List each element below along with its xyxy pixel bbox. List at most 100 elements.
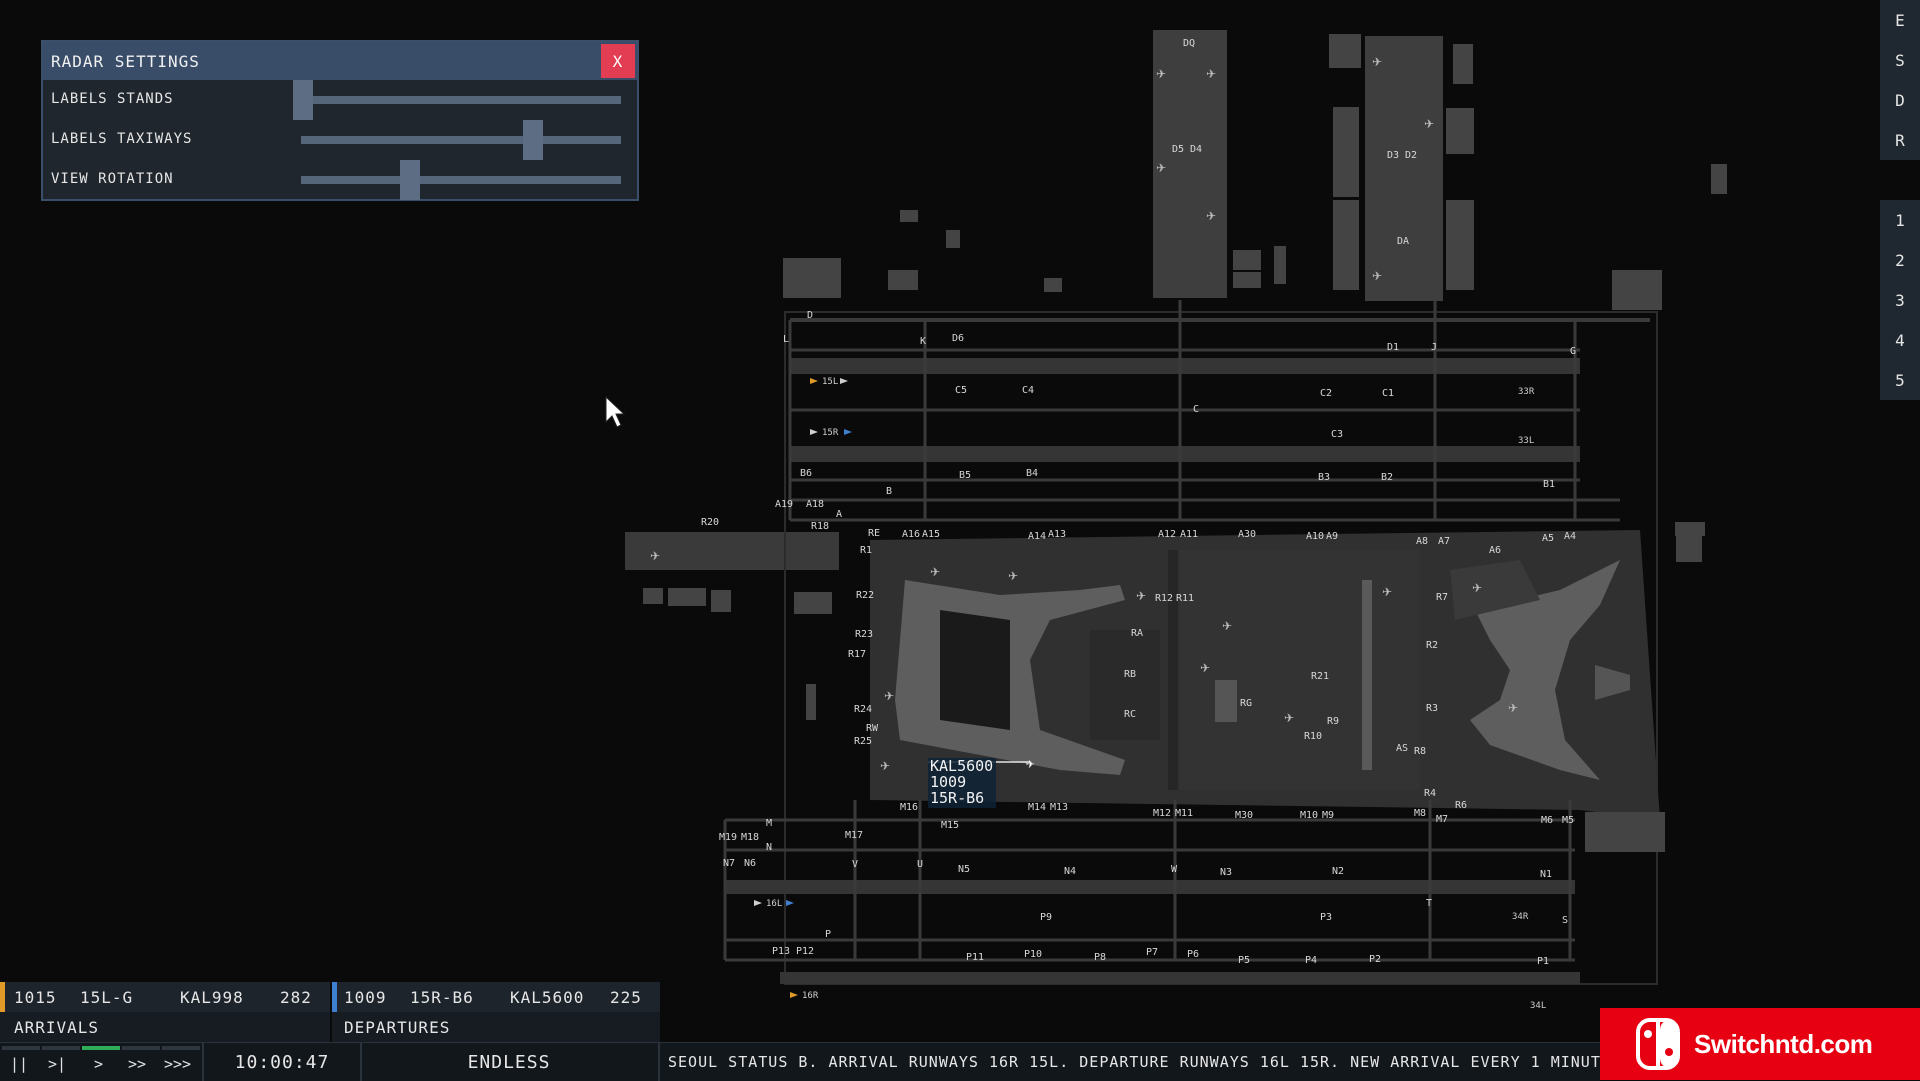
- side-button-2[interactable]: 2: [1880, 240, 1920, 280]
- side-button-s[interactable]: S: [1880, 40, 1920, 80]
- fastest-button[interactable]: >>>: [164, 1055, 191, 1073]
- taxiway-label: B4: [1026, 468, 1038, 479]
- side-button-3[interactable]: 3: [1880, 280, 1920, 320]
- taxiway-label: A12: [1158, 529, 1176, 540]
- view-rotation-slider[interactable]: [301, 160, 621, 200]
- slider-thumb[interactable]: [523, 120, 543, 160]
- airplane-icon: ✈: [1508, 701, 1518, 715]
- status-ticker: SEOUL STATUS B. ARRIVAL RUNWAYS 16R 15L.…: [668, 1053, 1600, 1071]
- arrival-value: 282: [280, 987, 312, 1007]
- airplane-icon: ✈: [880, 759, 890, 773]
- taxiway-label: N1: [1540, 869, 1552, 880]
- taxiway-label: N6: [744, 858, 756, 869]
- airplane-icon: ✈: [884, 689, 894, 703]
- taxiway-label: S: [1562, 915, 1568, 926]
- taxiway-label: P10: [1024, 949, 1042, 960]
- step-button[interactable]: >|: [48, 1055, 66, 1073]
- fast-forward-button[interactable]: >>: [128, 1055, 146, 1073]
- airplane-icon: ✈: [1136, 589, 1146, 603]
- pause-button[interactable]: ||: [10, 1055, 28, 1073]
- taxiway-label: N4: [1064, 866, 1076, 877]
- close-button[interactable]: X: [601, 44, 635, 78]
- taxiway-label: B5: [959, 470, 971, 481]
- taxiway-label: M15: [941, 820, 959, 831]
- departure-flight-row[interactable]: 1009 15R-B6 KAL5600 225: [332, 982, 660, 1012]
- arrival-callsign: KAL998: [180, 987, 244, 1007]
- building: [1612, 270, 1662, 310]
- taxiway-label: R22: [856, 590, 874, 601]
- building: [1329, 34, 1361, 68]
- slider-thumb[interactable]: [400, 160, 420, 200]
- taxiway-label: A14: [1028, 531, 1046, 542]
- departure-arrow-icon: [844, 429, 852, 435]
- labels-stands-slider[interactable]: [293, 80, 621, 120]
- departure-strip[interactable]: 1009 15R-B6 KAL5600 225 DEPARTURES: [332, 982, 660, 1042]
- taxiway-label: A9: [1326, 531, 1338, 542]
- taxiway-label: M11: [1175, 808, 1193, 819]
- building: [794, 592, 832, 614]
- taxiway-label: DQ: [1183, 38, 1195, 49]
- taxiway-label: U: [917, 859, 923, 870]
- taxiway-label: R18: [811, 521, 829, 532]
- airplane-icon: ✈: [1206, 209, 1216, 223]
- taxiway-label: A6: [1489, 545, 1501, 556]
- taxiway-label: A8: [1416, 536, 1428, 547]
- taxiway-label: B1: [1543, 479, 1555, 490]
- building: [1044, 278, 1062, 292]
- airplane-icon: ✈: [1472, 581, 1482, 595]
- taxiway-label: M: [766, 818, 772, 829]
- arrival-id: 1015: [14, 987, 57, 1007]
- side-button-5[interactable]: 5: [1880, 360, 1920, 400]
- aircraft-route: 15R-B6: [930, 789, 984, 807]
- labels-stands-label: LABELS STANDS: [51, 91, 174, 107]
- taxiway-label: J: [1431, 342, 1437, 353]
- taxiway-label: RA: [1131, 628, 1143, 639]
- watermark-text: Switchntd.com: [1694, 1028, 1873, 1059]
- taxiway-label: RG: [1240, 698, 1252, 709]
- view-rotation-label: VIEW ROTATION: [51, 171, 174, 187]
- taxiway-label: R17: [848, 649, 866, 660]
- arrival-flight-row[interactable]: 1015 15L-G KAL998 282: [0, 982, 330, 1012]
- taxiway-label: P: [825, 929, 831, 940]
- taxiway-labels: DQ D5 D4 D3 D2 DA D D6 D1 K L J G C5 C4 …: [701, 38, 1576, 967]
- airplane-icon: ✈: [1424, 117, 1434, 131]
- taxiway-label: P4: [1305, 955, 1317, 966]
- taxiway-label: D5: [1172, 144, 1184, 155]
- building: [900, 210, 918, 222]
- building: [643, 588, 663, 604]
- labels-taxiways-row: LABELS TAXIWAYS: [43, 120, 637, 160]
- view-rotation-row: VIEW ROTATION: [43, 160, 637, 200]
- side-button-d[interactable]: D: [1880, 80, 1920, 120]
- runway-16l-34r: [725, 880, 1575, 894]
- radar-settings-title: RADAR SETTINGS: [51, 51, 200, 71]
- airplane-icon[interactable]: ✈: [1026, 756, 1035, 772]
- taxiway-label: B3: [1318, 472, 1330, 483]
- side-button-4[interactable]: 4: [1880, 320, 1920, 360]
- taxiway-label: P5: [1238, 955, 1250, 966]
- taxiway-label: D6: [952, 333, 964, 344]
- taxiway-label: A19: [775, 499, 793, 510]
- taxiway-label: M13: [1050, 802, 1068, 813]
- taxiway-label: R4: [1424, 788, 1436, 799]
- side-button-e[interactable]: E: [1880, 0, 1920, 40]
- taxiway-label: C3: [1331, 429, 1343, 440]
- building: [1333, 200, 1359, 290]
- taxiway-label: P2: [1369, 954, 1381, 965]
- taxiway-label: M7: [1436, 814, 1448, 825]
- chevron-right-icon: [754, 900, 762, 906]
- side-button-1[interactable]: 1: [1880, 200, 1920, 240]
- building: [1333, 107, 1359, 197]
- building: [1274, 246, 1286, 284]
- labels-taxiways-slider[interactable]: [301, 120, 621, 160]
- taxiway-label: A10: [1306, 531, 1324, 542]
- side-button-r[interactable]: R: [1880, 120, 1920, 160]
- north-concourse-d3: [1365, 36, 1443, 301]
- airplane-icon: ✈: [650, 549, 660, 563]
- arrival-strip[interactable]: 1015 15L-G KAL998 282 ARRIVALS: [0, 982, 330, 1042]
- slider-thumb[interactable]: [293, 80, 313, 120]
- taxiway-label: D: [807, 310, 813, 321]
- play-button[interactable]: >: [94, 1055, 103, 1073]
- speed-indicator: [2, 1046, 40, 1050]
- watermark: Switchntd.com: [1600, 1008, 1920, 1080]
- game-mode[interactable]: ENDLESS: [360, 1043, 660, 1081]
